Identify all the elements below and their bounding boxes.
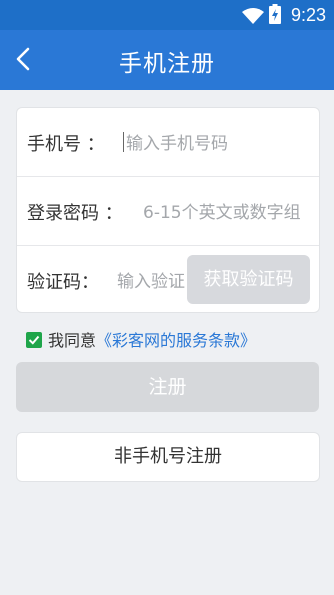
non-phone-register-button[interactable]: 非手机号注册 (16, 432, 320, 482)
password-input[interactable]: 6-15个英文或数字组 (143, 198, 311, 223)
code-label: 验证码： (27, 272, 99, 293)
phone-placeholder: 输入手机号码 (126, 134, 228, 154)
phone-row: 手机号 ： 输入手机号码 (17, 108, 319, 177)
registration-form: 手机号 ： 输入手机号码 登录密码 ： 6-15个英文或数字组 验证码： 输入验… (16, 107, 320, 313)
phone-label: 手机号 ： (27, 134, 105, 155)
phone-input[interactable]: 输入手机号码 (123, 129, 309, 154)
code-row: 验证码： 输入验证 获取验证码 (17, 246, 319, 314)
password-placeholder: 6-15个英文或数字组 (143, 203, 301, 223)
battery-charging-icon (269, 4, 281, 24)
code-placeholder: 输入验证 (117, 272, 185, 292)
register-button[interactable]: 注册 (16, 362, 319, 412)
agreement: 我同意《彩客网的服务条款》 (26, 327, 256, 351)
check-icon (28, 335, 40, 345)
agreement-checkbox[interactable] (26, 332, 42, 348)
password-row: 登录密码 ： 6-15个英文或数字组 (17, 177, 319, 246)
password-label: 登录密码 ： (27, 203, 123, 224)
wifi-icon (242, 8, 264, 24)
agreement-text: 我同意 (48, 331, 97, 350)
app-bar: 手机注册 (0, 30, 334, 90)
get-code-button[interactable]: 获取验证码 (187, 255, 310, 304)
terms-link[interactable]: 《彩客网的服务条款》 (96, 331, 256, 350)
text-cursor (123, 132, 124, 152)
status-time: 9:23 (290, 5, 326, 25)
status-bar: 9:23 (0, 0, 334, 30)
page-title: 手机注册 (119, 51, 215, 77)
